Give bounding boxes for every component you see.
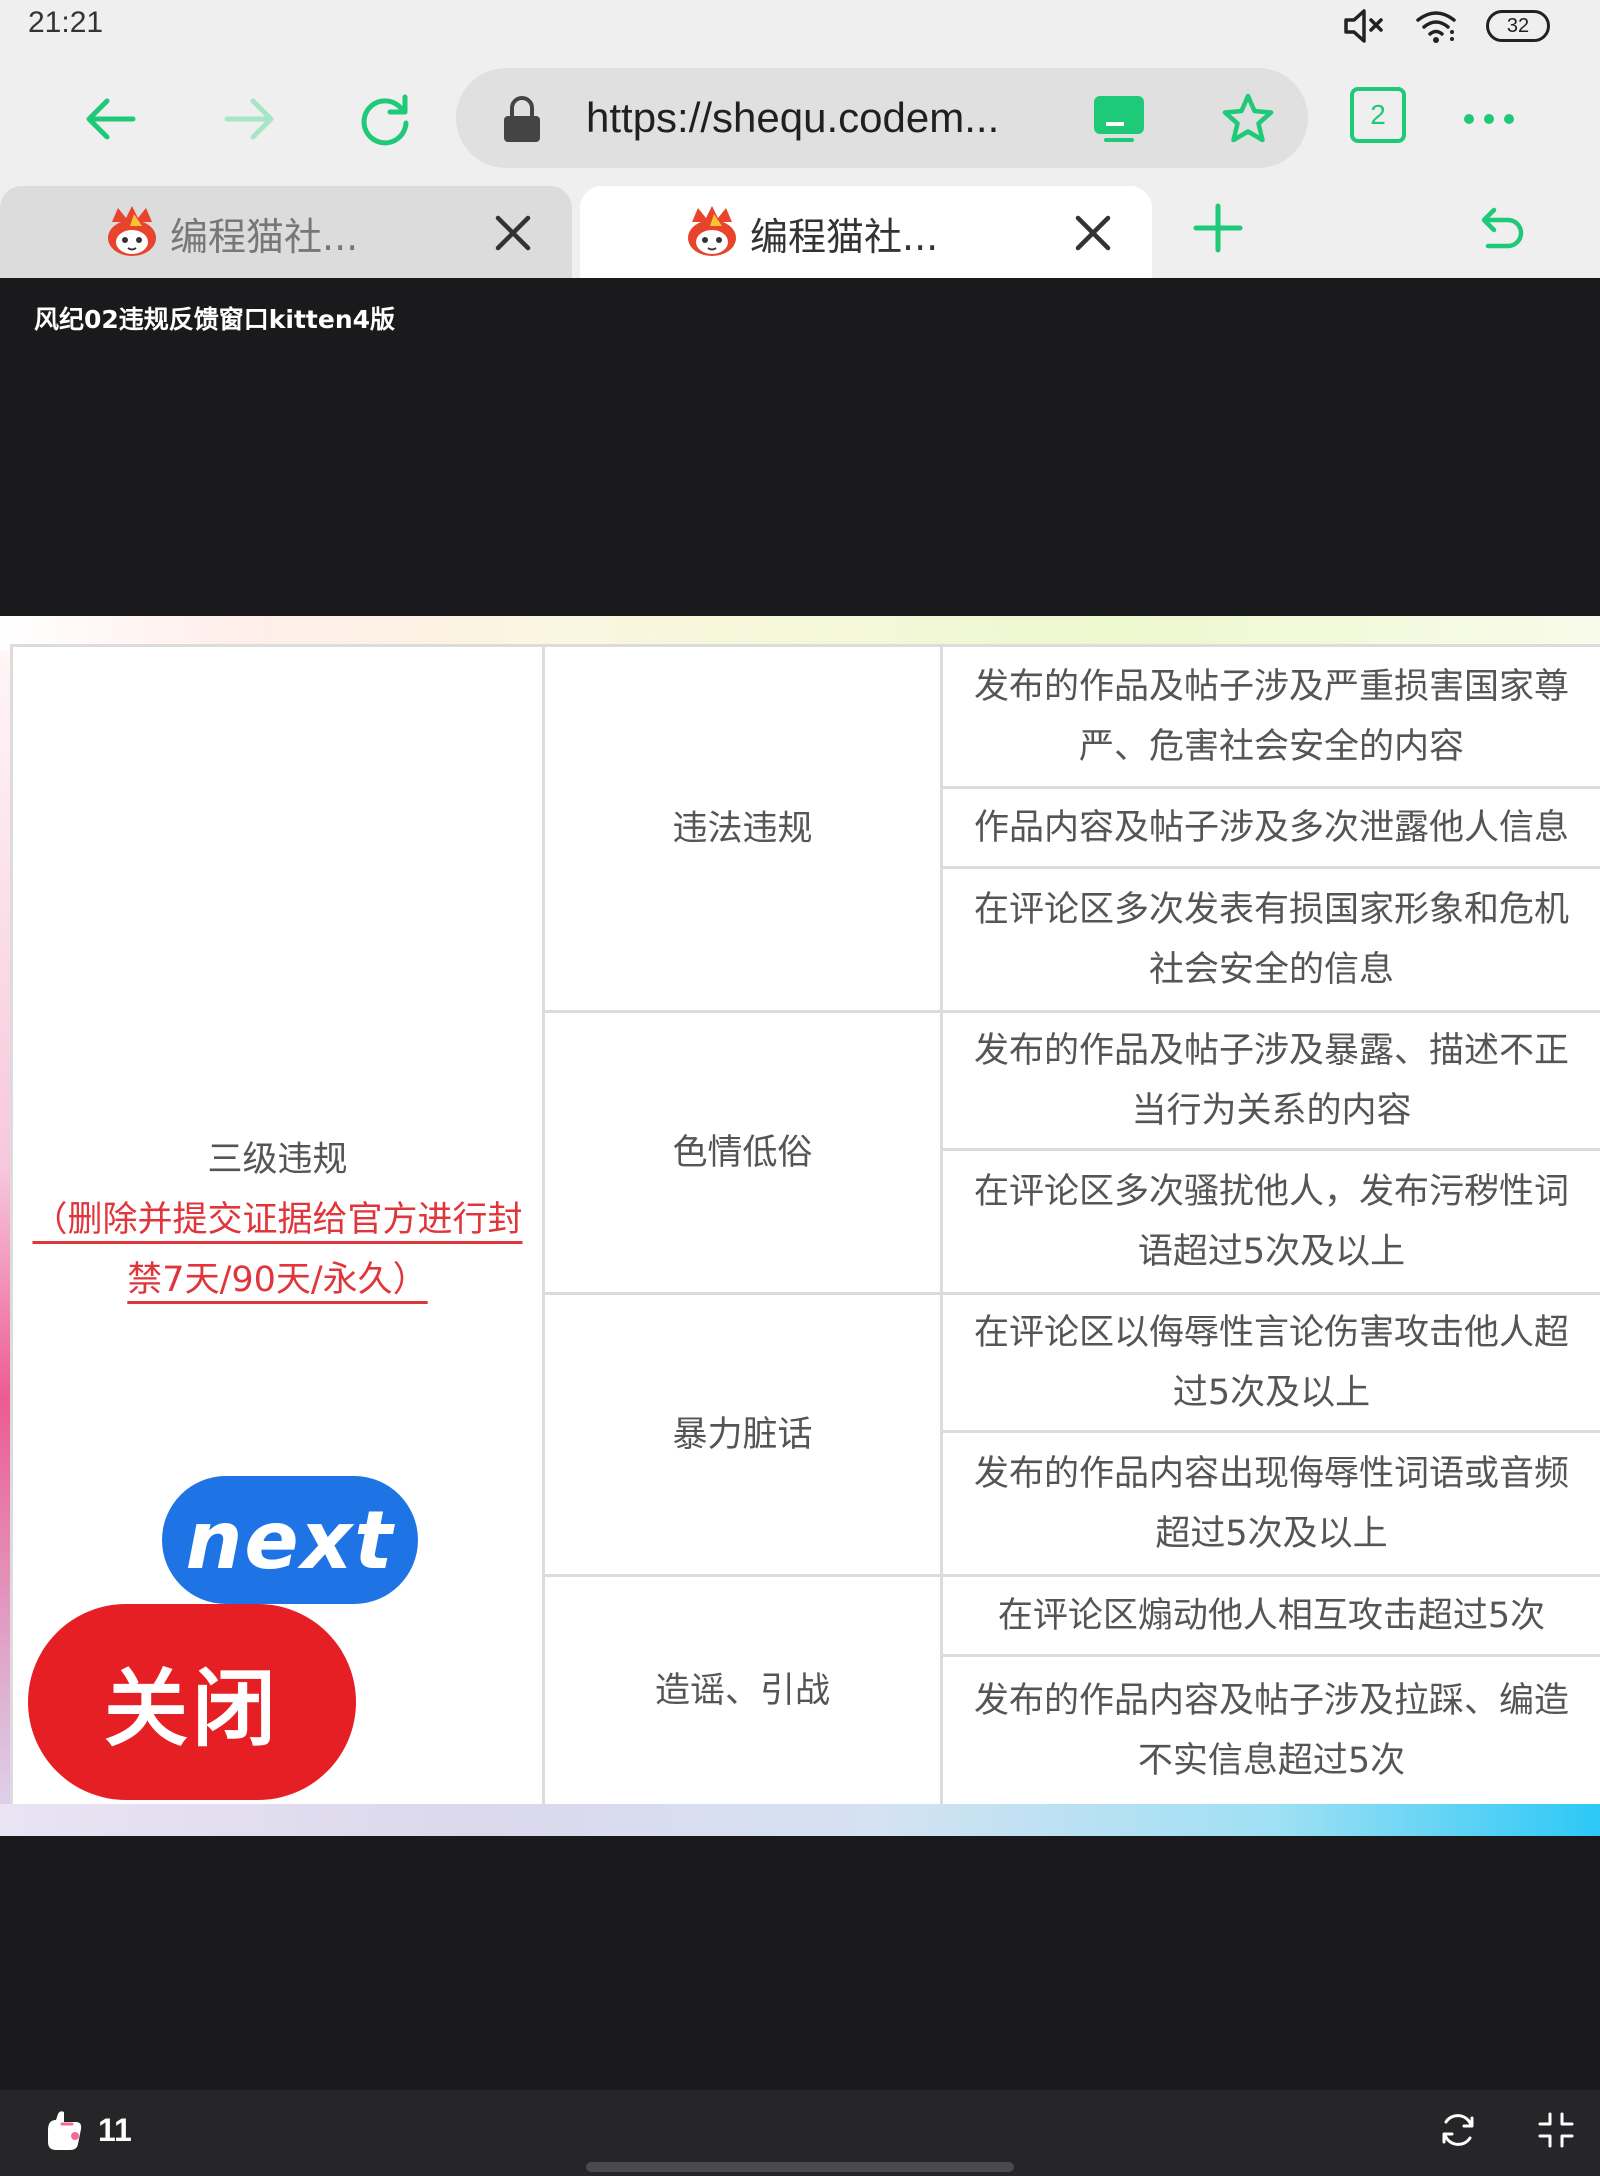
close-tab-icon[interactable] <box>1068 208 1118 258</box>
category-cell: 违法违规 <box>542 644 943 1013</box>
tab-active[interactable]: 编程猫社... <box>580 186 1152 278</box>
like-count: 11 <box>98 2112 132 2148</box>
project-title: 风纪02违规反馈窗口kitten4版 <box>34 305 396 334</box>
page-content: 风纪02违规反馈窗口kitten4版 三级违规 （删除并提交证据给官方进行封禁7… <box>0 278 1600 2090</box>
new-tab-plus-icon[interactable] <box>1190 200 1246 256</box>
status-time: 21:21 <box>28 6 104 39</box>
rule-cell: 在评论区多次发表有损国家形象和危机社会安全的信息 <box>940 866 1600 1013</box>
battery-level: 32 <box>1506 14 1530 37</box>
rule-cell: 在评论区煽动他人相互攻击超过5次 <box>940 1574 1600 1657</box>
tab-inactive[interactable]: 编程猫社... <box>0 186 572 278</box>
category-cell: 暴力脏话 <box>542 1292 943 1577</box>
rule-cell: 作品内容及帖子涉及多次泄露他人信息 <box>940 786 1600 869</box>
browser-toolbar: https://shequ.codem... 2 <box>0 56 1600 180</box>
status-icons: 32 <box>1342 6 1550 46</box>
codemao-logo-icon <box>108 206 156 256</box>
wifi-icon <box>1416 11 1456 43</box>
arrow-left-icon <box>86 98 136 140</box>
battery-indicator: 32 <box>1486 10 1550 42</box>
undo-close-tab-icon[interactable] <box>1472 200 1528 256</box>
level-name: 三级违规 <box>207 1139 348 1180</box>
rule-cell: 发布的作品内容出现侮辱性词语或音频超过5次及以上 <box>940 1430 1600 1577</box>
rule-cell: 发布的作品内容及帖子涉及拉踩、编造不实信息超过5次 <box>940 1654 1600 1807</box>
address-bar[interactable]: https://shequ.codem... <box>456 68 1308 168</box>
rotate-screen-icon[interactable] <box>1438 2110 1478 2150</box>
rule-cell: 在评论区多次骚扰他人，发布污秽性词语超过5次及以上 <box>940 1148 1600 1295</box>
url-text[interactable]: https://shequ.codem... <box>586 94 999 142</box>
tab-count-button[interactable]: 2 <box>1350 87 1406 143</box>
more-dots-icon <box>1464 114 1514 124</box>
status-bar: 21:21 32 <box>0 0 1600 56</box>
stage-left-band <box>0 650 10 1804</box>
tab-title: 编程猫社... <box>170 215 359 259</box>
tab-strip: 编程猫社... 编程猫社... <box>0 180 1600 458</box>
bottom-bar: 11 <box>0 2090 1600 2176</box>
home-indicator[interactable] <box>586 2162 1014 2172</box>
rule-cell: 在评论区以侮辱性言论伤害攻击他人超过5次及以上 <box>940 1292 1600 1433</box>
like-button[interactable]: 11 <box>40 2108 150 2158</box>
stage-bottom-band <box>0 1804 1600 1836</box>
back-button[interactable] <box>76 84 146 154</box>
screen-cast-icon[interactable] <box>1092 94 1146 144</box>
forward-button[interactable] <box>214 84 284 154</box>
lock-icon <box>504 96 540 142</box>
arrow-right-icon <box>224 98 274 140</box>
codemao-logo-icon <box>688 206 736 256</box>
rule-cell: 发布的作品及帖子涉及暴露、描述不正当行为关系的内容 <box>940 1010 1600 1151</box>
exit-fullscreen-icon[interactable] <box>1536 2110 1576 2150</box>
tab-title: 编程猫社... <box>750 215 939 259</box>
close-tab-icon[interactable] <box>488 208 538 258</box>
tab-count: 2 <box>1370 99 1386 130</box>
more-menu-button[interactable] <box>1454 84 1524 154</box>
rule-cell: 发布的作品及帖子涉及严重损害国家尊严、危害社会安全的内容 <box>940 644 1600 789</box>
next-button[interactable]: next <box>162 1476 418 1604</box>
level-note: （删除并提交证据给官方进行封禁7天/90天/永久） <box>32 1199 523 1300</box>
category-cell: 造谣、引战 <box>542 1574 943 1807</box>
reload-button[interactable] <box>350 84 420 154</box>
category-cell: 色情低俗 <box>542 1010 943 1295</box>
close-button[interactable]: 关闭 <box>28 1604 356 1800</box>
bookmark-star-icon[interactable] <box>1220 92 1276 146</box>
like-hand-icon <box>48 2111 82 2150</box>
mute-icon <box>1344 9 1383 43</box>
reload-icon <box>361 94 409 146</box>
